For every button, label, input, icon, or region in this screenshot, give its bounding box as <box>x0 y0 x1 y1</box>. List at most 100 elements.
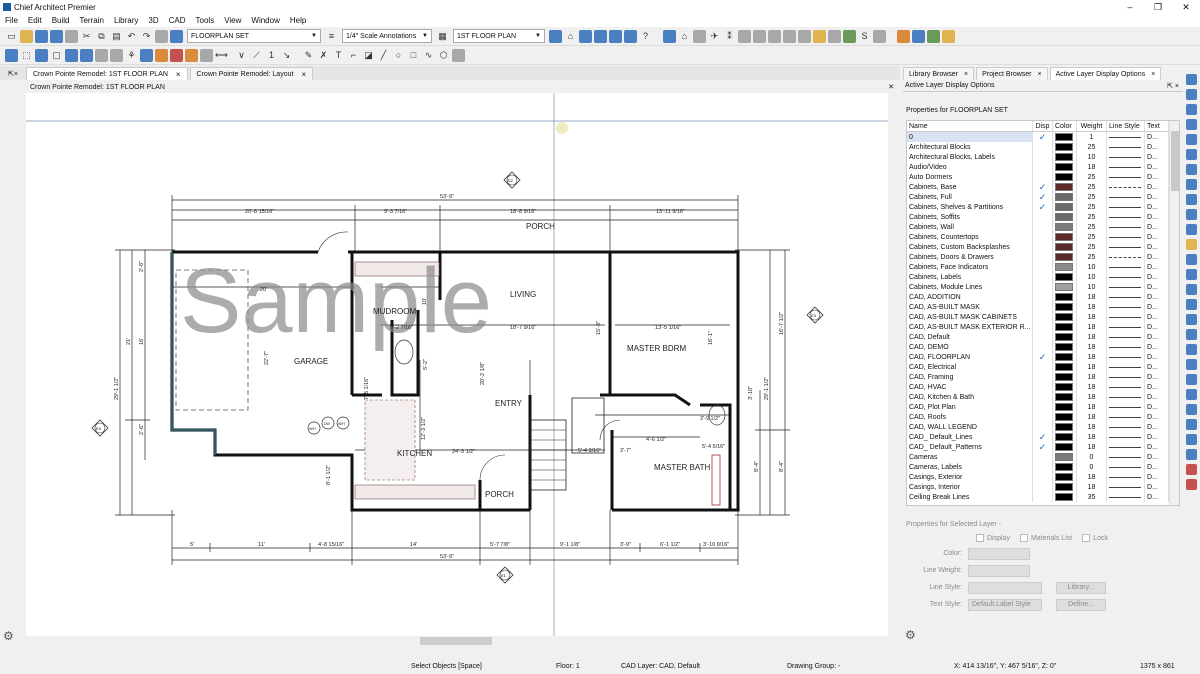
display-toggle[interactable] <box>1033 382 1053 392</box>
close-icon[interactable]: × <box>1038 71 1042 78</box>
layer-weight[interactable]: 18 <box>1077 312 1107 322</box>
walkthrough-icon[interactable]: ✈ <box>708 30 721 43</box>
layer-weight[interactable]: 18 <box>1077 432 1107 442</box>
layer-color[interactable] <box>1053 462 1077 472</box>
layer-weight[interactable]: 18 <box>1077 402 1107 412</box>
window-pages-icon[interactable] <box>942 29 955 43</box>
floor-down-icon[interactable]: ⌂ <box>564 30 577 43</box>
layer-text-style[interactable]: D... <box>1145 382 1169 392</box>
render-icon[interactable] <box>753 29 766 43</box>
layer-text-style[interactable]: D... <box>1145 242 1169 252</box>
layer-text-style[interactable]: D... <box>1145 482 1169 492</box>
canvas-hscroll[interactable] <box>26 636 888 646</box>
layer-color[interactable] <box>1053 232 1077 242</box>
display-toggle[interactable] <box>1033 452 1053 462</box>
drawing-canvas[interactable]: Sample E2 E3 E4 E1 PORCH LIVING MUDROOM … <box>26 93 888 636</box>
menu-cad[interactable]: CAD <box>164 16 191 25</box>
layer-color[interactable] <box>1053 182 1077 192</box>
camera-icon[interactable] <box>663 29 676 43</box>
close-icon[interactable]: ✕ <box>888 83 894 91</box>
door-tool-icon[interactable] <box>65 48 78 62</box>
layer-text-style[interactable]: D... <box>1145 392 1169 402</box>
canvas-vscroll[interactable] <box>888 93 900 636</box>
table-row[interactable]: Cabinets, Labels 10 D... <box>907 272 1179 282</box>
box-icon[interactable]: □ <box>407 49 420 62</box>
swap-icon[interactable] <box>1186 149 1197 160</box>
scroll-thumb[interactable] <box>1171 131 1179 191</box>
layer-weight[interactable]: 25 <box>1077 182 1107 192</box>
display-toggle[interactable] <box>1033 392 1053 402</box>
layer-line-style[interactable] <box>1107 202 1145 212</box>
close-icon[interactable]: × <box>176 70 181 79</box>
help-icon[interactable]: ? <box>639 30 652 43</box>
table-row[interactable]: Cabinets, Soffits 25 D... <box>907 212 1179 222</box>
fit-icon[interactable] <box>1186 134 1197 145</box>
material-icon[interactable] <box>783 29 796 43</box>
layer-weight[interactable]: 18 <box>1077 342 1107 352</box>
layer-color[interactable] <box>1053 312 1077 322</box>
chevron-down-icon[interactable]: ∨ <box>235 49 248 62</box>
layer-line-style[interactable] <box>1107 212 1145 222</box>
display-toggle[interactable] <box>1033 482 1053 492</box>
layer-line-style[interactable] <box>1107 352 1145 362</box>
menu-view[interactable]: View <box>219 16 246 25</box>
layer-color[interactable] <box>1053 152 1077 162</box>
layer-line-style[interactable] <box>1107 372 1145 382</box>
layer-line-style[interactable] <box>1107 422 1145 432</box>
layer-line-style[interactable] <box>1107 222 1145 232</box>
text-style-select[interactable]: Default Label Style <box>968 598 1042 611</box>
display-toggle[interactable]: ✓ <box>1033 442 1053 452</box>
text-icon[interactable] <box>1186 389 1197 400</box>
layer-weight[interactable]: 25 <box>1077 142 1107 152</box>
layer-line-style[interactable] <box>1107 442 1145 452</box>
layer-line-style[interactable] <box>1107 312 1145 322</box>
close-icon[interactable]: × <box>964 71 968 78</box>
layer-text-style[interactable]: D... <box>1145 292 1169 302</box>
zoom-icon[interactable] <box>1186 104 1197 115</box>
pencil-icon[interactable]: ✎ <box>302 49 315 62</box>
define-button[interactable]: Define... <box>1056 598 1106 611</box>
minimize-button[interactable]: – <box>1116 0 1144 14</box>
layer-line-style[interactable] <box>1107 332 1145 342</box>
panel-controls[interactable]: ⇱ × <box>1167 82 1179 90</box>
display-toggle[interactable] <box>1033 172 1053 182</box>
layer-color[interactable] <box>1053 432 1077 442</box>
table-row[interactable]: 0 ✓ 1 D... <box>907 132 1179 142</box>
layer-color[interactable] <box>1053 292 1077 302</box>
layer-line-style[interactable] <box>1107 362 1145 372</box>
refresh-icon[interactable] <box>1186 209 1197 220</box>
table-row[interactable]: CAD, FLOORPLAN ✓ 18 D... <box>907 352 1179 362</box>
elevation-icon[interactable] <box>609 29 622 43</box>
cross-section-icon[interactable] <box>594 29 607 43</box>
zoom-out-icon[interactable] <box>1186 89 1197 100</box>
display-toggle[interactable] <box>1033 342 1053 352</box>
raytrace-icon[interactable] <box>768 29 781 43</box>
annotation-icon[interactable]: ≡ <box>325 30 338 43</box>
layer-color[interactable] <box>1053 132 1077 142</box>
layer-line-style[interactable] <box>1107 342 1145 352</box>
display-toggle[interactable] <box>1033 362 1053 372</box>
save-as-icon[interactable] <box>50 29 63 43</box>
spline-icon[interactable]: ∿ <box>422 49 435 62</box>
table-row[interactable]: CAD, AS-BUILT MASK CABINETS 18 D... <box>907 312 1179 322</box>
tab-floor-plan[interactable]: Crown Pointe Remodel: 1ST FLOOR PLAN × <box>26 67 188 80</box>
display-toggle[interactable] <box>1033 422 1053 432</box>
table-row[interactable]: CAD, AS-BUILT MASK EXTERIOR R... 18 D... <box>907 322 1179 332</box>
open-folder-icon[interactable] <box>20 29 33 43</box>
table-row[interactable]: Architectural Blocks, Labels 10 D... <box>907 152 1179 162</box>
display-toggle[interactable]: ✓ <box>1033 192 1053 202</box>
table-row[interactable]: Ceiling Break Lines 35 D... <box>907 492 1179 502</box>
layer-color[interactable] <box>1053 422 1077 432</box>
plan-view-icon[interactable] <box>579 29 592 43</box>
col-name[interactable]: Name <box>907 121 1033 131</box>
display-toggle[interactable] <box>1033 312 1053 322</box>
arrow-icon[interactable]: ↘ <box>280 49 293 62</box>
perspective-icon[interactable] <box>693 29 706 43</box>
display-toggle[interactable]: ✓ <box>1033 132 1053 142</box>
display-toggle[interactable] <box>1033 372 1053 382</box>
layer-line-style[interactable] <box>1107 482 1145 492</box>
window-cascade-icon[interactable] <box>912 29 925 43</box>
plan-footprint-icon[interactable] <box>1186 419 1197 430</box>
cad-tool-icon[interactable]: ⟋ <box>250 49 263 62</box>
layer-color[interactable] <box>1053 272 1077 282</box>
